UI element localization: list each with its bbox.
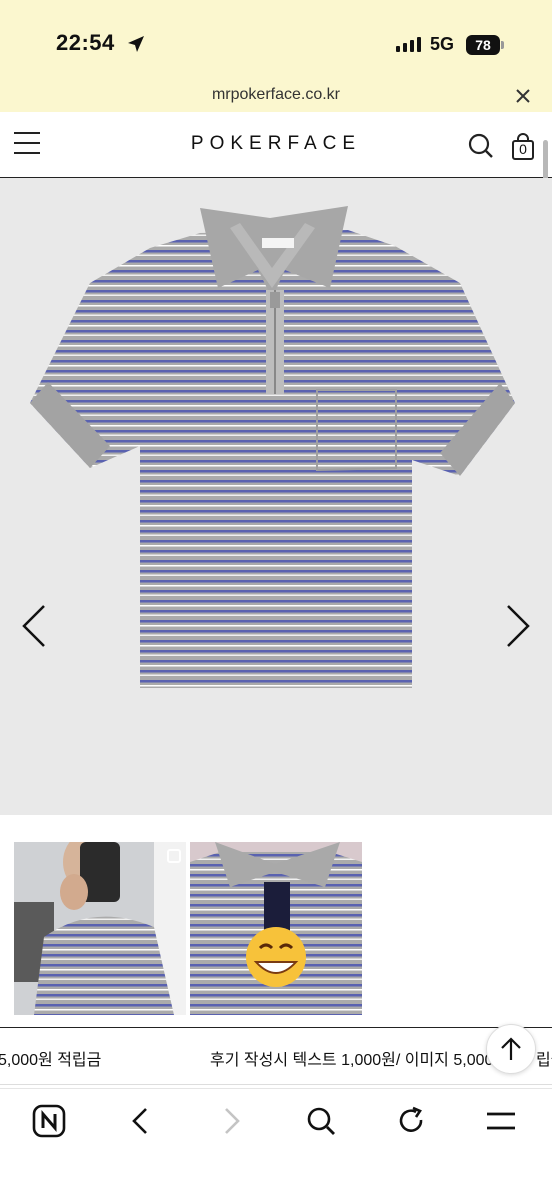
scroll-to-top-button[interactable]: [486, 1024, 536, 1074]
review-photo-2: [190, 842, 362, 1015]
back-icon[interactable]: [124, 1104, 158, 1138]
review-thumbnail-closeup[interactable]: [190, 842, 362, 1015]
battery-tip: [501, 41, 504, 49]
reload-icon[interactable]: [394, 1104, 428, 1138]
marquee-text-left: 5,000원 적립금: [0, 1052, 102, 1069]
close-icon[interactable]: [514, 87, 532, 105]
status-time: 22:54: [56, 30, 115, 55]
cart-count: 0: [519, 141, 527, 157]
review-reward-marquee: 5,000원 적립금 후기 작성시 텍스트 1,000원/ 이미지 5,000 …: [0, 1027, 552, 1085]
marquee-text-right: 립금: [536, 1052, 552, 1069]
marquee-text-middle: 후기 작성시 텍스트 1,000원/ 이미지 5,000: [210, 1052, 494, 1069]
chevron-left-icon[interactable]: [18, 602, 48, 650]
chevron-right-icon[interactable]: [504, 602, 534, 650]
product-image-slider[interactable]: [0, 178, 552, 815]
forward-icon: [225, 1108, 240, 1134]
naver-n-icon[interactable]: [32, 1104, 66, 1138]
battery-icon: 78: [466, 35, 500, 55]
location-arrow-icon: [128, 36, 144, 52]
signal-icon: [396, 36, 421, 52]
battery-level: 78: [475, 37, 491, 53]
arrow-up-icon: [501, 1037, 521, 1060]
search-icon[interactable]: [468, 133, 494, 159]
review-thumbnail-selfie[interactable]: [14, 842, 186, 1015]
product-shirt-image: [30, 206, 515, 688]
search-icon[interactable]: [304, 1104, 338, 1138]
network-type: 5G: [430, 34, 455, 54]
browser-bottom-toolbar: [0, 1088, 552, 1200]
address-bar-url[interactable]: mrpokerface.co.kr: [0, 86, 552, 104]
review-photo-1: [14, 842, 186, 1015]
more-menu-icon[interactable]: [484, 1104, 518, 1138]
